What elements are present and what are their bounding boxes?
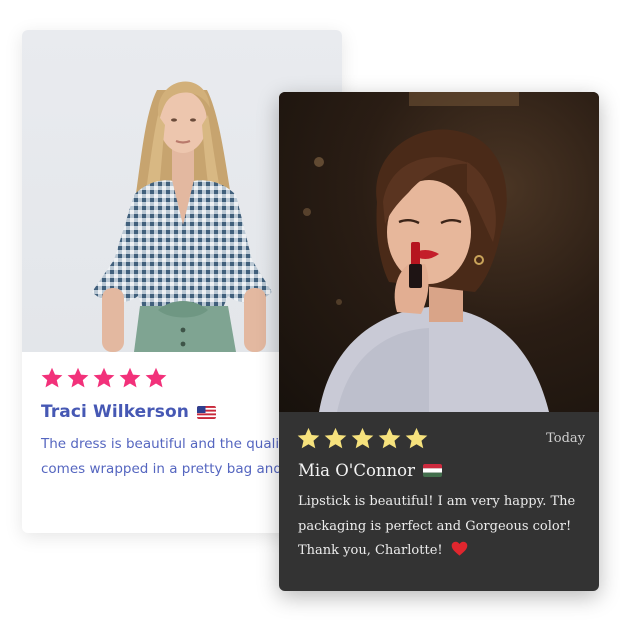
hungary-flag-icon [422, 464, 442, 477]
star-icon [405, 427, 428, 449]
star-icon [145, 367, 167, 388]
star-icon [297, 427, 320, 449]
us-flag-icon [196, 405, 216, 419]
testimonials-showcase: Traci Wilkerson The dress is beautiful a… [0, 0, 620, 620]
star-icon [67, 367, 89, 388]
reviewer-photo [279, 92, 599, 412]
star-icon [351, 427, 374, 449]
rating-stars [296, 426, 429, 451]
review-text: Lipstick is beautiful! I am very happy. … [298, 490, 588, 564]
star-icon [324, 427, 347, 449]
star-icon [378, 427, 401, 449]
review-text-body: Lipstick is beautiful! I am very happy. … [298, 494, 576, 558]
review-date: Today [546, 431, 585, 446]
reviewer-name-row: Traci Wilkerson [41, 402, 216, 422]
reviewer-name: Mia O'Connor [298, 461, 415, 480]
star-icon [119, 367, 141, 388]
star-icon [93, 367, 115, 388]
star-icon [41, 367, 63, 388]
woman-applying-lipstick-photo [303, 92, 549, 412]
rating-stars [40, 366, 168, 390]
review-card-mia: Today Mia O'Connor Lipstick is beautiful… [279, 92, 599, 591]
reviewer-name-row: Mia O'Connor [298, 461, 442, 480]
heart-icon [451, 541, 468, 556]
reviewer-name: Traci Wilkerson [41, 402, 189, 422]
